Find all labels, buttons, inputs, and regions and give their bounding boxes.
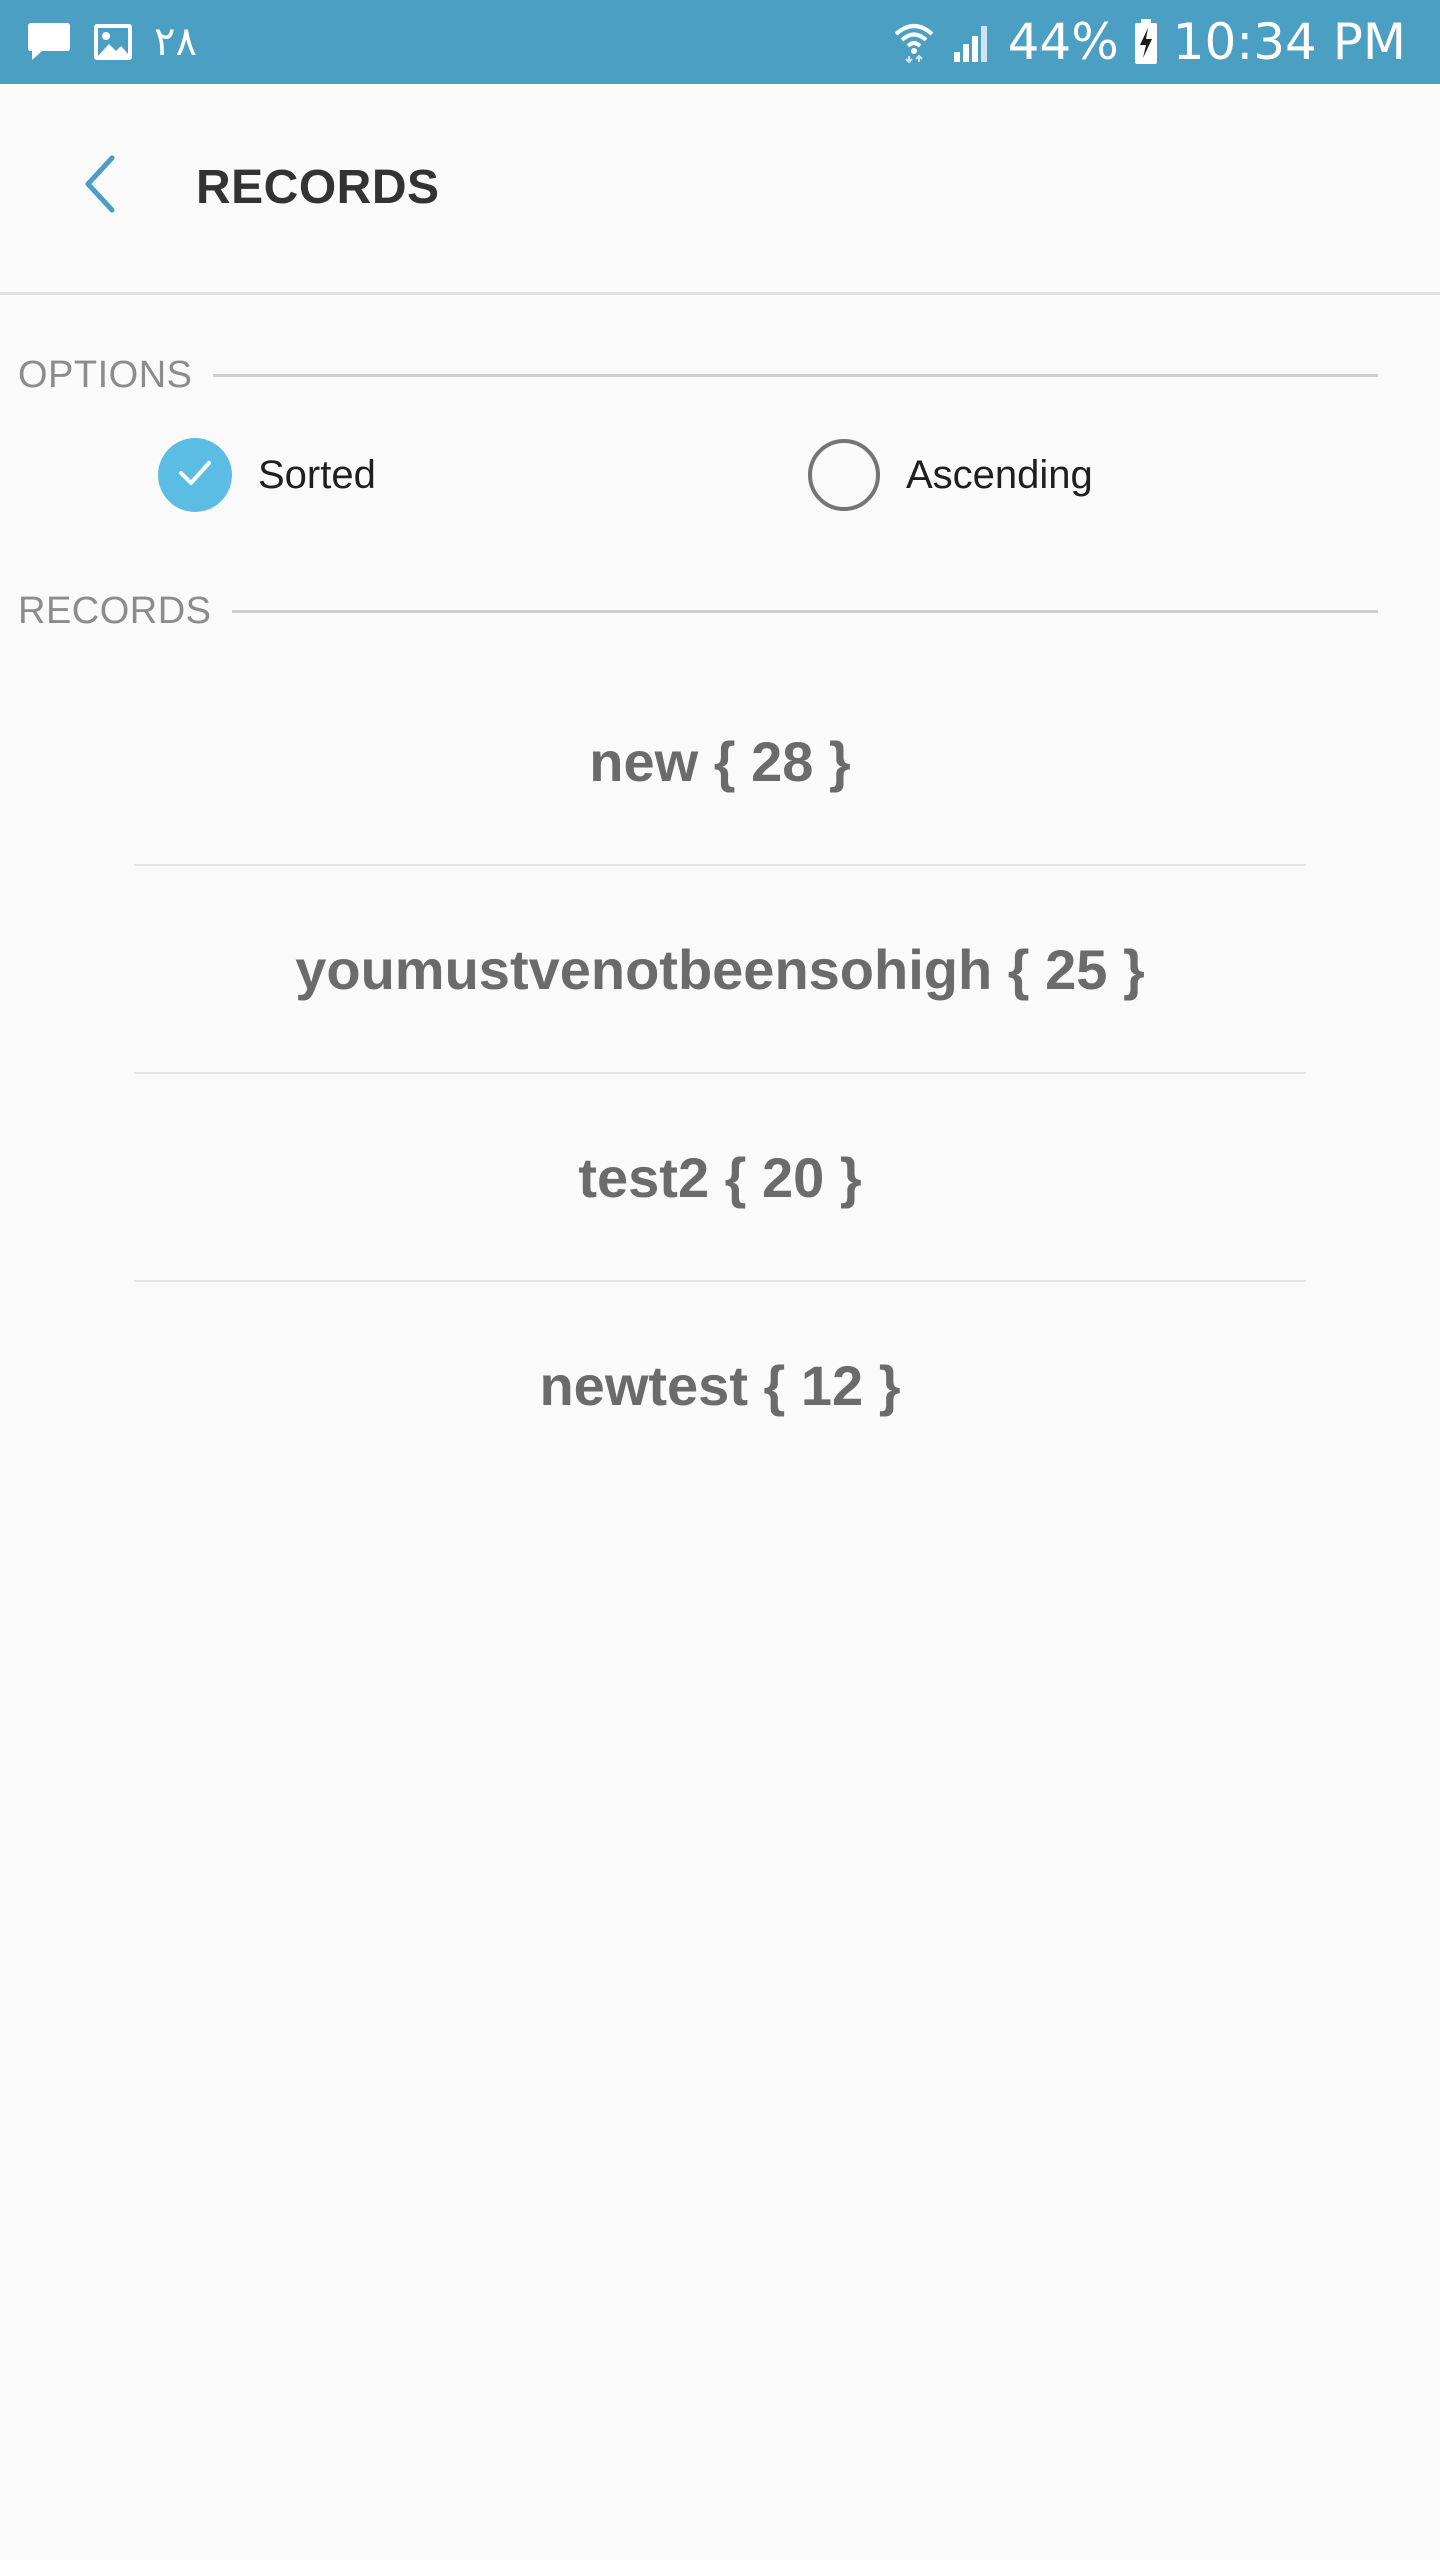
signal-icon — [950, 20, 994, 64]
message-icon — [26, 20, 72, 64]
page-title: RECORDS — [196, 161, 440, 214]
chevron-left-icon — [80, 154, 120, 219]
wifi-icon — [892, 20, 936, 64]
status-bar: ٢٨ 44% 10:34 PM — [0, 0, 1440, 84]
records-section-header: RECORDS — [18, 586, 1378, 636]
sorted-option[interactable]: Sorted — [158, 438, 376, 512]
section-divider — [212, 373, 1378, 377]
ascending-checkbox[interactable] — [808, 439, 880, 511]
ascending-option[interactable]: Ascending — [808, 438, 1093, 512]
back-button[interactable] — [60, 146, 140, 226]
battery-percent: 44% — [1007, 13, 1119, 71]
toolbar: RECORDS — [0, 84, 1440, 295]
clock: 10:34 PM — [1172, 13, 1406, 71]
notification-count: ٢٨ — [154, 19, 197, 65]
list-item[interactable]: youmustvenotbeensohigh { 25 } — [0, 866, 1440, 1072]
list-item[interactable]: newtest { 12 } — [0, 1282, 1440, 1488]
sorted-checkbox[interactable] — [158, 438, 232, 512]
status-bar-right: 44% 10:34 PM — [892, 0, 1406, 84]
ascending-label: Ascending — [906, 452, 1093, 497]
image-icon — [92, 21, 134, 63]
sorted-label: Sorted — [258, 452, 376, 497]
section-divider — [231, 609, 1378, 613]
battery-charging-icon — [1133, 18, 1159, 66]
records-section-label: RECORDS — [18, 589, 212, 632]
checkmark-icon — [175, 457, 215, 494]
records-list: new { 28 } youmustvenotbeensohigh { 25 }… — [0, 658, 1440, 1488]
status-bar-left: ٢٨ — [26, 0, 197, 84]
list-item[interactable]: test2 { 20 } — [0, 1074, 1440, 1280]
options-section-header: OPTIONS — [18, 350, 1378, 400]
list-item[interactable]: new { 28 } — [0, 658, 1440, 864]
options-section-label: OPTIONS — [18, 353, 193, 396]
